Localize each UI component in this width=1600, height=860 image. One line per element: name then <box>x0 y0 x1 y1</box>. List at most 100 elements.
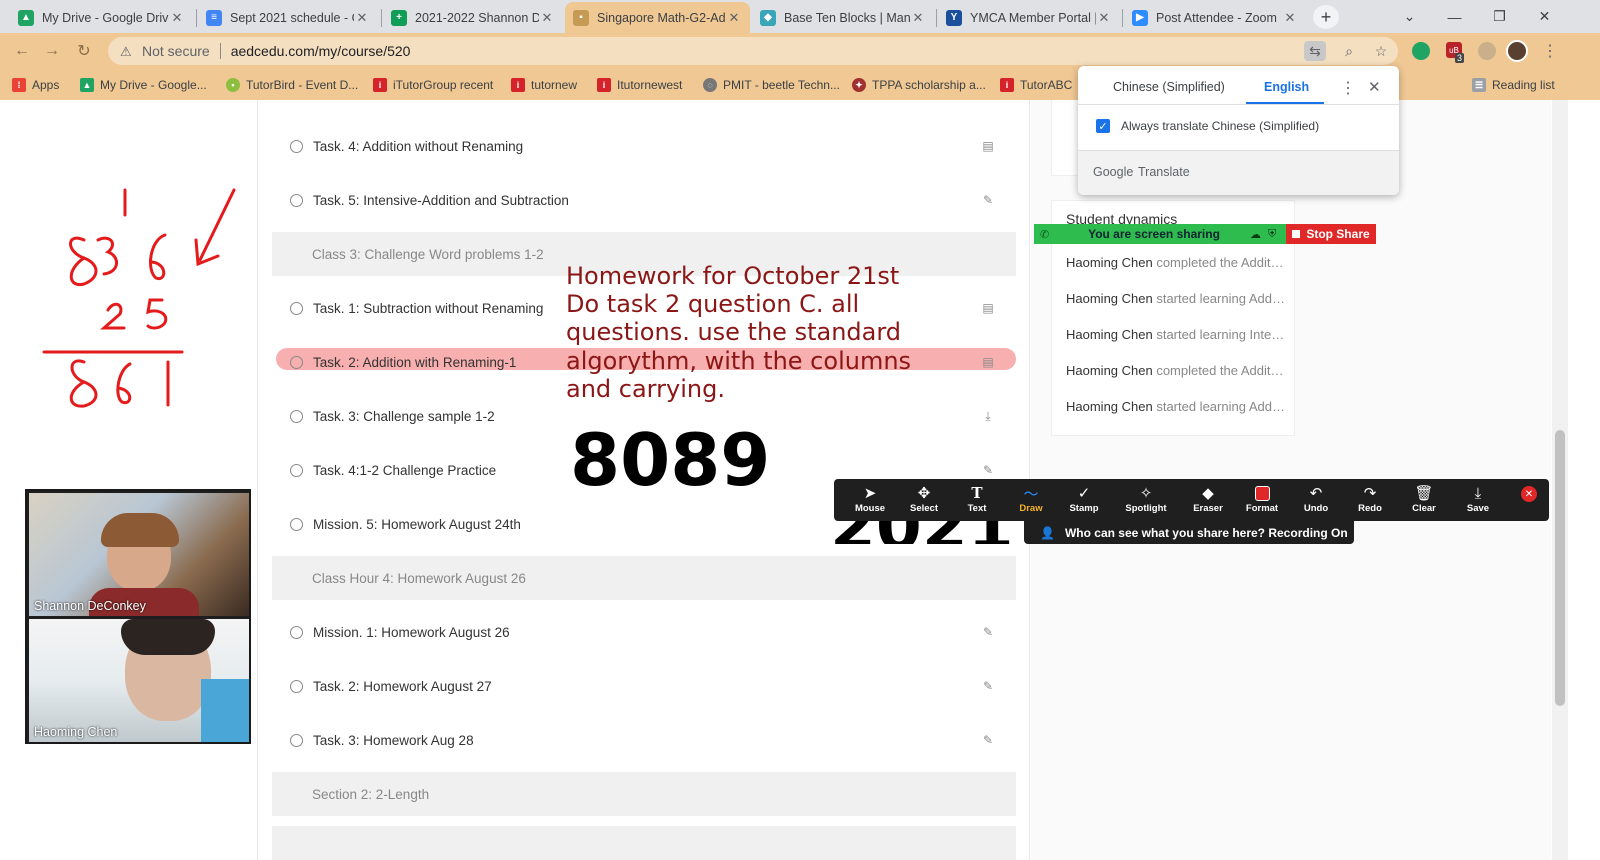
browser-tab-strip: ▲ My Drive - Google Drive ✕ ≡ Sept 2021 … <box>0 0 1600 33</box>
reading-list-button[interactable]: ☰ Reading list <box>1472 74 1555 96</box>
cursor-icon: ➤ <box>863 485 877 502</box>
video-tile-haoming[interactable]: Haoming Chen <box>29 619 249 742</box>
profile-avatar[interactable] <box>1506 40 1528 62</box>
close-icon[interactable]: ✕ <box>1368 78 1381 96</box>
tool-text[interactable]: T Text <box>952 483 1002 519</box>
dynamics-item[interactable]: Haoming Chen completed the Addition with… <box>1066 255 1286 270</box>
translate-icon[interactable]: ⇆ <box>1304 41 1326 61</box>
close-icon[interactable]: ✕ <box>726 10 742 26</box>
tool-spotlight[interactable]: ✧ Spotlight <box>1121 483 1171 519</box>
tab-shannon-sheet[interactable]: + 2021-2022 Shannon DeConkey ✕ <box>383 2 563 33</box>
bookmark-my-drive[interactable]: ▲ My Drive - Google... <box>80 74 207 96</box>
course-row[interactable]: Task. 2: Homework August 27 ✎ <box>272 664 1016 708</box>
dynamics-item[interactable]: Haoming Chen started learning Intensive-… <box>1066 327 1286 342</box>
course-row[interactable]: Task. 5: Intensive-Addition and Subtract… <box>272 178 1016 222</box>
extension-puzzle-icon[interactable] <box>1478 42 1496 60</box>
translate-label: Translate <box>1138 165 1190 179</box>
bookmark-itutorgroup[interactable]: i iTutorGroup recent <box>373 74 493 96</box>
tab-sept-schedule[interactable]: ≡ Sept 2021 schedule - Google Docs ✕ <box>198 2 378 33</box>
who-can-see-bar[interactable]: 👤 Who can see what you share here? Recor… <box>1024 521 1354 544</box>
security-label: Not secure <box>142 43 210 59</box>
close-window-button[interactable]: ✕ <box>1522 0 1567 33</box>
document-icon: ▤ <box>982 139 994 153</box>
zoom-icon: ▶ <box>1132 9 1148 26</box>
pencil-icon: ✎ <box>982 733 994 747</box>
bookmark-tppa[interactable]: ✦ TPPA scholarship a... <box>852 74 986 96</box>
itutor-icon: i <box>1000 78 1014 92</box>
section-header[interactable]: Section 2: 2-Length <box>272 772 1016 816</box>
url-text[interactable]: aedcedu.com/my/course/520 <box>231 43 411 59</box>
tab-my-drive[interactable]: ▲ My Drive - Google Drive ✕ <box>10 2 193 33</box>
minimize-button[interactable]: — <box>1432 0 1477 33</box>
tab-base-ten-blocks[interactable]: ◆ Base Ten Blocks | Manipulatives ✕ <box>752 2 934 33</box>
bookmark-tutorbird[interactable]: • TutorBird - Event D... <box>226 74 358 96</box>
bookmark-pmit[interactable]: ◌ PMIT - beetle Techn... <box>703 74 840 96</box>
back-button[interactable]: ← <box>10 39 34 63</box>
bookmark-itutornewest[interactable]: i Itutornewest <box>597 74 682 96</box>
close-icon[interactable]: ✕ <box>539 10 555 26</box>
tool-redo[interactable]: ↷ Redo <box>1345 483 1395 519</box>
tool-label: Save <box>1466 503 1490 514</box>
video-tile-shannon[interactable]: Shannon DeConkey <box>29 493 249 616</box>
tab-ymca[interactable]: Y YMCA Member Portal | Y ✕ <box>938 2 1120 33</box>
extension-green-icon[interactable] <box>1412 42 1430 60</box>
text-icon: T <box>971 484 983 502</box>
close-icon[interactable]: ✕ <box>169 10 185 26</box>
sharing-status: You are screen sharing <box>1088 227 1220 241</box>
tab-singapore-math[interactable]: ▪ Singapore Math-G2-Ad ✕ <box>565 2 750 33</box>
course-row[interactable]: Task. 4: Addition without Renaming ▤ <box>272 124 1016 168</box>
bookmark-tutornew[interactable]: i tutornew <box>511 74 577 96</box>
spotlight-icon: ✧ <box>1139 485 1153 502</box>
tool-format[interactable]: Format <box>1237 483 1287 519</box>
more-options-icon[interactable]: ⋮ <box>1340 78 1356 98</box>
tool-label: Format <box>1245 503 1279 514</box>
tab-target-language[interactable]: English <box>1264 80 1309 94</box>
close-icon[interactable]: ✕ <box>1096 10 1112 26</box>
bookmark-apps[interactable]: ⁞ Apps <box>12 74 59 96</box>
tool-label: Mouse <box>854 503 886 514</box>
forward-button[interactable]: → <box>40 39 64 63</box>
dynamics-item[interactable]: Haoming Chen started learning Addition w… <box>1066 291 1286 306</box>
tool-stamp[interactable]: ✓ Stamp <box>1059 483 1109 519</box>
tab-zoom-attendee[interactable]: ▶ Post Attendee - Zoom ✕ <box>1124 2 1306 33</box>
bookmark-star-icon[interactable]: ☆ <box>1370 41 1392 61</box>
section-header[interactable]: Class Hour 4: Homework August 26 <box>272 556 1016 600</box>
tool-select[interactable]: ✥ Select <box>899 483 949 519</box>
section-label: Section 2: 2-Length <box>312 786 430 802</box>
tool-clear[interactable]: 🗑 Clear <box>1399 483 1449 519</box>
tab-title: Post Attendee - Zoom <box>1156 10 1277 25</box>
radio-icon <box>290 463 303 477</box>
scroll-thumb[interactable] <box>1555 430 1565 706</box>
dynamics-item[interactable]: Haoming Chen completed the Addition with… <box>1066 363 1286 378</box>
tool-undo[interactable]: ↶ Undo <box>1291 483 1341 519</box>
page-scrollbar[interactable] <box>1552 100 1568 860</box>
address-bar[interactable]: ⚠ Not secure aedcedu.com/my/course/520 ⇆… <box>108 37 1398 65</box>
section-header-partial[interactable] <box>272 826 1016 860</box>
reload-button[interactable]: ↻ <box>72 39 96 63</box>
tool-eraser[interactable]: ◆ Eraser <box>1183 483 1233 519</box>
new-tab-button[interactable]: + <box>1313 5 1339 29</box>
close-icon[interactable]: ✕ <box>354 10 370 26</box>
course-row[interactable]: Task. 3: Homework Aug 28 ✎ <box>272 718 1016 762</box>
tool-save[interactable]: ⤓ Save <box>1453 483 1503 519</box>
restore-button[interactable]: ❐ <box>1477 0 1522 33</box>
always-translate-checkbox[interactable]: ✓ <box>1096 119 1110 133</box>
menu-kebab-icon[interactable]: ⋮ <box>1540 41 1560 61</box>
tool-mouse[interactable]: ➤ Mouse <box>845 483 895 519</box>
row-label: Task. 5: Intensive-Addition and Subtract… <box>313 192 569 208</box>
close-icon[interactable]: ✕ <box>910 10 926 26</box>
tool-draw[interactable]: 〜 Draw <box>1006 483 1056 519</box>
tab-search-button[interactable]: ⌄ <box>1387 0 1432 33</box>
bookmark-tutorabc[interactable]: i TutorABC <box>1000 74 1072 96</box>
close-annotation-icon[interactable]: ✕ <box>1521 486 1537 502</box>
bookmark-label: iTutorGroup recent <box>393 78 494 92</box>
itutor-icon: i <box>511 78 525 92</box>
dynamics-item[interactable]: Haoming Chen started learning Addition w… <box>1066 399 1286 414</box>
tab-source-language[interactable]: Chinese (Simplified) <box>1113 80 1225 94</box>
course-row[interactable]: Mission. 1: Homework August 26 ✎ <box>272 610 1016 654</box>
tool-label: Clear <box>1412 503 1436 514</box>
close-icon[interactable]: ✕ <box>1282 10 1298 26</box>
itutor-icon: i <box>373 78 387 92</box>
stop-share-button[interactable]: Stop Share <box>1286 224 1376 244</box>
zoom-magnifier-icon[interactable]: ⌕ <box>1338 41 1360 61</box>
